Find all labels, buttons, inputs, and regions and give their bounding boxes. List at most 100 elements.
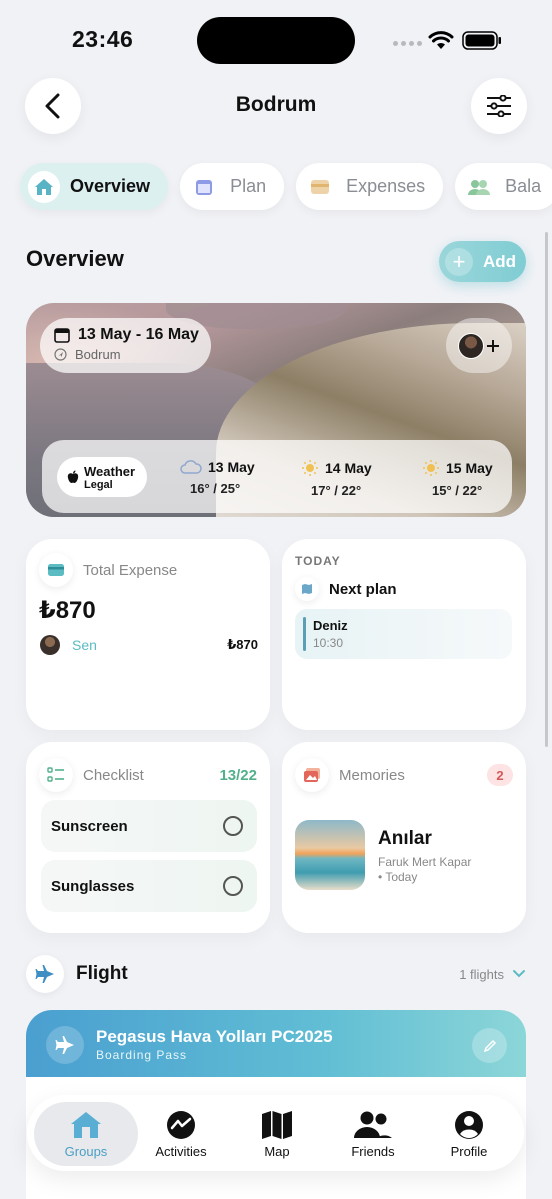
flight-count: 1 flights bbox=[459, 966, 504, 982]
total-expense-card[interactable]: Total Expense ₺870 Sen ₺870 bbox=[26, 539, 270, 730]
checklist-item-label: Sunscreen bbox=[51, 817, 128, 835]
status-bar: 23:46 bbox=[0, 0, 552, 80]
sun-icon bbox=[302, 460, 318, 476]
album-author: Faruk Mert Kapar bbox=[378, 855, 472, 869]
add-button[interactable]: + Add bbox=[439, 241, 526, 282]
tabbar-activities[interactable]: Activities bbox=[141, 1110, 221, 1159]
checklist-count: 13/22 bbox=[219, 766, 257, 784]
checklist-card[interactable]: Checklist 13/22 Sunscreen Sunglasses bbox=[26, 742, 270, 933]
expense-title: Total Expense bbox=[83, 561, 178, 579]
flight-title: Flight bbox=[76, 963, 128, 984]
activities-icon bbox=[167, 1111, 195, 1139]
tab-overview[interactable]: Overview bbox=[20, 163, 169, 210]
weather-strip: Weather Legal 13 May 16° / 25° 14 May 17… bbox=[42, 440, 512, 513]
wallet-card-icon bbox=[39, 553, 73, 587]
album-title: Anılar bbox=[378, 828, 432, 849]
map-icon bbox=[262, 1111, 292, 1139]
memories-count-badge: 2 bbox=[487, 764, 513, 786]
friends-icon bbox=[354, 1111, 392, 1138]
overview-title: Overview bbox=[26, 246, 124, 271]
profile-icon bbox=[455, 1111, 483, 1139]
signal-icon bbox=[393, 41, 422, 46]
calendar-icon bbox=[54, 328, 70, 343]
apple-icon bbox=[67, 470, 79, 483]
checklist-item-label: Sunglasses bbox=[51, 877, 135, 895]
wifi-icon bbox=[428, 31, 454, 49]
forecast-day: 15 May 15° / 22° bbox=[422, 459, 512, 498]
expense-member-row: Sen ₺870 bbox=[40, 635, 258, 655]
photos-icon bbox=[295, 758, 329, 792]
forecast-date: 14 May bbox=[325, 460, 372, 476]
tabbar-map[interactable]: Map bbox=[237, 1110, 317, 1159]
cloud-icon bbox=[180, 460, 202, 474]
next-plan-label: Next plan bbox=[329, 580, 397, 598]
checkbox[interactable] bbox=[223, 876, 243, 896]
forecast-temps: 16° / 25° bbox=[190, 481, 241, 496]
tabbar-label: Friends bbox=[351, 1144, 395, 1159]
status-time: 23:46 bbox=[72, 26, 134, 52]
top-header: Bodrum bbox=[0, 78, 552, 134]
tab-label: Bala bbox=[505, 176, 542, 196]
plan-item-accent bbox=[303, 617, 306, 651]
forecast-temps: 17° / 22° bbox=[311, 483, 362, 498]
plan-item[interactable]: Deniz 10:30 bbox=[295, 609, 512, 659]
trip-hero-card[interactable]: 13 May - 16 May Bodrum Weather Legal 13 … bbox=[26, 303, 526, 517]
calendar-icon bbox=[188, 170, 221, 203]
tab-balances[interactable]: Bala bbox=[455, 163, 552, 210]
member-name: Sen bbox=[72, 637, 97, 653]
album-thumbnail[interactable] bbox=[295, 820, 365, 890]
checkbox[interactable] bbox=[223, 816, 243, 836]
date-pill[interactable]: 13 May - 16 May Bodrum bbox=[40, 318, 211, 373]
flight-name: Pegasus Hava Yolları PC2025 bbox=[96, 1027, 333, 1046]
memories-card[interactable]: Memories 2 Anılar Faruk Mert Kapar • Tod… bbox=[282, 742, 526, 933]
expense-total: ₺870 bbox=[39, 597, 96, 624]
house-icon bbox=[28, 170, 60, 203]
flight-section-header[interactable]: Flight 1 flights bbox=[26, 955, 526, 993]
memories-title: Memories bbox=[339, 766, 405, 784]
tab-label: Plan bbox=[230, 176, 267, 196]
plan-item-time: 10:30 bbox=[313, 636, 344, 650]
plus-icon: + bbox=[445, 247, 473, 276]
people-icon bbox=[463, 170, 496, 203]
groups-icon bbox=[71, 1112, 101, 1138]
scrollbar[interactable] bbox=[545, 232, 548, 747]
album-date: • Today bbox=[378, 870, 418, 884]
bottom-tab-bar: Groups Activities Map Friends Profile bbox=[27, 1095, 524, 1171]
add-label: Add bbox=[483, 251, 517, 271]
airplane-icon bbox=[26, 955, 64, 993]
tabbar-profile[interactable]: Profile bbox=[429, 1110, 509, 1159]
tabbar-friends[interactable]: Friends bbox=[333, 1110, 413, 1159]
forecast-date: 15 May bbox=[446, 460, 493, 476]
forecast-day: 13 May 16° / 25° bbox=[180, 459, 290, 496]
checklist-title: Checklist bbox=[83, 766, 144, 784]
sun-icon bbox=[423, 460, 439, 476]
checklist-item[interactable]: Sunglasses bbox=[41, 860, 257, 912]
trip-location: Bodrum bbox=[75, 347, 121, 362]
map-icon bbox=[295, 577, 319, 601]
tabbar-label: Map bbox=[264, 1144, 290, 1159]
edit-button[interactable] bbox=[472, 1028, 507, 1063]
tab-expenses[interactable]: Expenses bbox=[296, 163, 444, 210]
tab-label: Overview bbox=[70, 176, 151, 196]
today-label: TODAY bbox=[295, 554, 341, 568]
trip-date-range: 13 May - 16 May bbox=[78, 326, 199, 343]
member-amount: ₺870 bbox=[227, 637, 258, 652]
avatar bbox=[458, 332, 484, 359]
location-arrow-icon bbox=[54, 348, 67, 361]
tabbar-label: Profile bbox=[450, 1144, 488, 1159]
add-member-button[interactable] bbox=[446, 318, 512, 373]
tab-label: Expenses bbox=[346, 176, 426, 196]
forecast-date: 13 May bbox=[208, 459, 255, 475]
checklist-item[interactable]: Sunscreen bbox=[41, 800, 257, 852]
tabbar-label: Groups bbox=[64, 1144, 108, 1159]
pencil-icon bbox=[483, 1039, 496, 1052]
filter-settings-button[interactable] bbox=[471, 78, 527, 134]
weather-source: Legal bbox=[84, 478, 113, 491]
tabbar-groups[interactable]: Groups bbox=[46, 1110, 126, 1159]
weather-badge[interactable]: Weather Legal bbox=[57, 457, 147, 497]
next-plan-card[interactable]: TODAY Next plan Deniz 10:30 bbox=[282, 539, 526, 730]
forecast-day: 14 May 17° / 22° bbox=[301, 459, 411, 498]
tab-plan[interactable]: Plan bbox=[180, 163, 285, 210]
checklist-icon bbox=[39, 758, 73, 792]
plus-icon bbox=[487, 339, 499, 352]
